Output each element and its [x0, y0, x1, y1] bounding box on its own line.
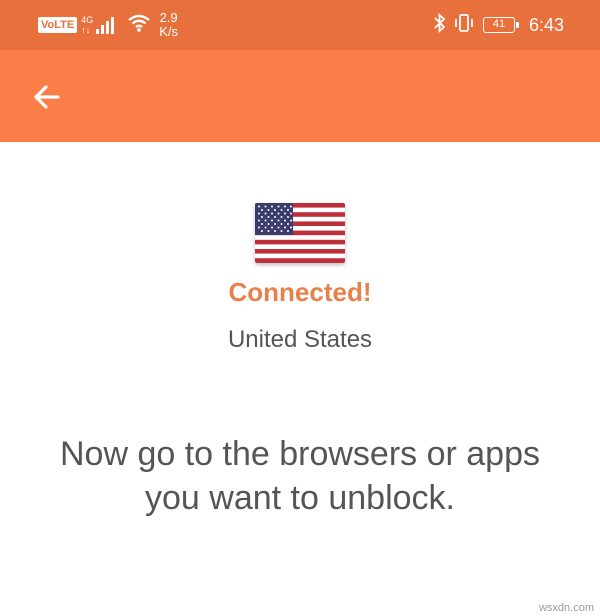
network-speed-value: 2.9: [159, 10, 178, 25]
arrow-left-icon[interactable]: [30, 80, 64, 114]
app-bar: [0, 50, 600, 142]
connection-status: Connected!: [228, 277, 372, 307]
watermark: wsxdn.com: [538, 602, 594, 614]
clock: 6:43: [528, 14, 564, 35]
network-speed: 2.9 K/s: [159, 11, 178, 39]
battery-icon: 41: [482, 17, 519, 33]
status-bar-right: 41 6:43: [433, 12, 564, 38]
network-type-label: 4G: [81, 15, 94, 25]
us-flag-icon: [255, 203, 345, 263]
main-content: Connected! United States Now go to the b…: [0, 142, 600, 616]
connected-country: United States: [227, 326, 373, 353]
instruction-message: Now go to the browsers or apps you want …: [59, 435, 541, 517]
wifi-icon: [127, 14, 151, 37]
status-bar: VoLTE 4G ↑↓ 2.9 K/s 41 6:43: [0, 0, 600, 50]
signal-icon: [95, 16, 117, 34]
network-activity-label: ↑↓: [81, 25, 91, 35]
bluetooth-icon: [433, 12, 447, 38]
battery-level: 41: [492, 18, 506, 30]
status-bar-left: VoLTE 4G ↑↓ 2.9 K/s: [38, 11, 178, 39]
network-speed-unit: K/s: [159, 24, 179, 39]
vibrate-icon: [453, 13, 475, 38]
volte-badge: VoLTE: [38, 17, 78, 33]
network-type: 4G ↑↓: [81, 15, 93, 35]
